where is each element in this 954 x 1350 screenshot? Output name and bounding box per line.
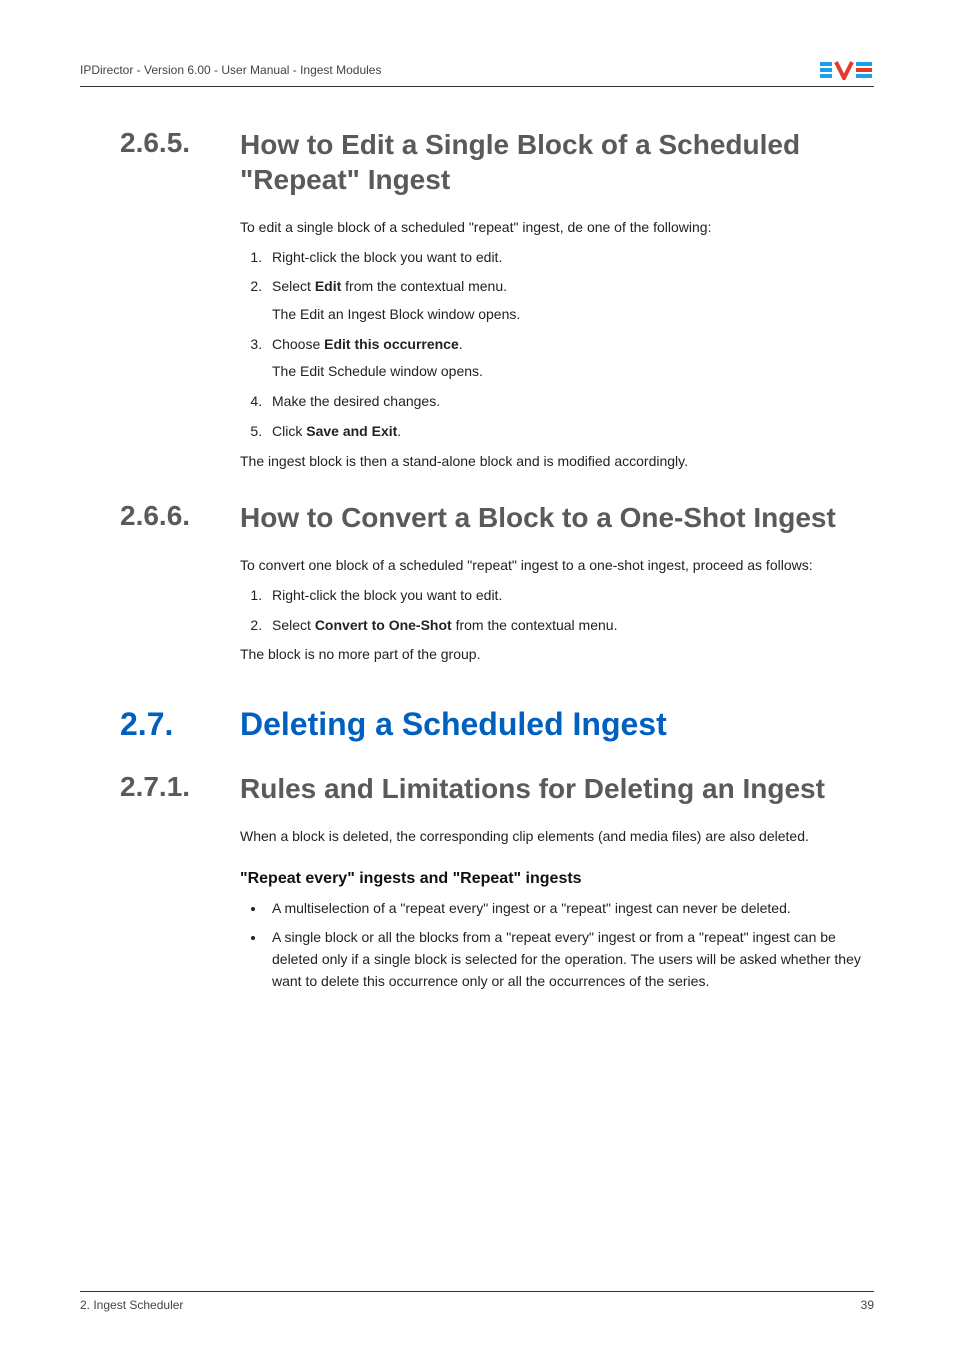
heading-number: 2.6.5. (120, 127, 240, 159)
section-body-2-6-5: To edit a single block of a scheduled "r… (240, 217, 874, 472)
list-item: Make the desired changes. (266, 391, 874, 413)
heading-2-7-1: 2.7.1. Rules and Limitations for Deletin… (120, 771, 874, 806)
heading-title: How to Convert a Block to a One-Shot Ing… (240, 500, 836, 535)
footer-section: 2. Ingest Scheduler (80, 1298, 183, 1312)
page-header: IPDirector - Version 6.00 - User Manual … (80, 60, 874, 87)
list-item: Right-click the block you want to edit. (266, 247, 874, 269)
intro-text: To convert one block of a scheduled "rep… (240, 555, 874, 577)
outro-text: The ingest block is then a stand-alone b… (240, 451, 874, 473)
heading-title: How to Edit a Single Block of a Schedule… (240, 127, 874, 197)
heading-title: Deleting a Scheduled Ingest (240, 706, 667, 743)
list-item: Right-click the block you want to edit. (266, 585, 874, 607)
list-item: Select Convert to One-Shot from the cont… (266, 615, 874, 637)
evs-logo-icon (820, 60, 874, 80)
heading-number: 2.6.6. (120, 500, 240, 532)
heading-2-6-6: 2.6.6. How to Convert a Block to a One-S… (120, 500, 874, 535)
header-text: IPDirector - Version 6.00 - User Manual … (80, 63, 381, 77)
heading-2-7: 2.7. Deleting a Scheduled Ingest (120, 706, 874, 743)
heading-2-6-5: 2.6.5. How to Edit a Single Block of a S… (120, 127, 874, 197)
section-body-2-6-6: To convert one block of a scheduled "rep… (240, 555, 874, 666)
subheading-repeat-ingests: "Repeat every" ingests and "Repeat" inge… (240, 870, 874, 888)
list-item: Choose Edit this occurrence. The Edit Sc… (266, 334, 874, 383)
heading-number: 2.7. (120, 706, 240, 743)
heading-number: 2.7.1. (120, 771, 240, 803)
section-body-2-7-1: When a block is deleted, the correspondi… (240, 826, 874, 848)
heading-title: Rules and Limitations for Deleting an In… (240, 771, 825, 806)
page-footer: 2. Ingest Scheduler 39 (80, 1291, 874, 1312)
list-item: Click Save and Exit. (266, 421, 874, 443)
list-item: A multiselection of a "repeat every" ing… (266, 898, 874, 920)
bullet-block: A multiselection of a "repeat every" ing… (240, 898, 874, 993)
bullet-list: A multiselection of a "repeat every" ing… (240, 898, 874, 993)
list-item: A single block or all the blocks from a … (266, 927, 874, 992)
outro-text: The block is no more part of the group. (240, 644, 874, 666)
step-list: Right-click the block you want to edit. … (240, 585, 874, 636)
list-item: Select Edit from the contextual menu. Th… (266, 276, 874, 325)
footer-page-number: 39 (861, 1298, 874, 1312)
step-list: Right-click the block you want to edit. … (240, 247, 874, 443)
intro-text: To edit a single block of a scheduled "r… (240, 217, 874, 239)
intro-text: When a block is deleted, the correspondi… (240, 826, 874, 848)
